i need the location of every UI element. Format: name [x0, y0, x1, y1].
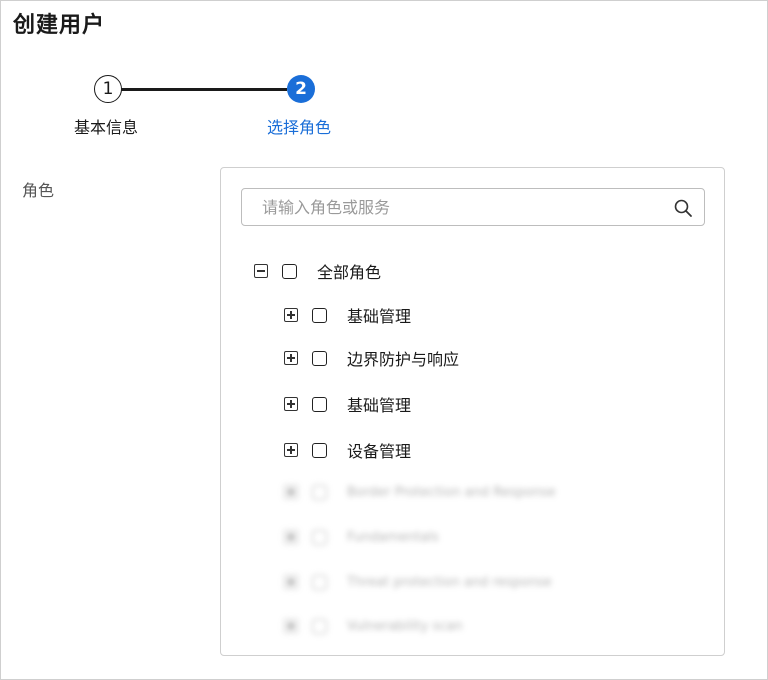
tree-checkbox-root[interactable]	[282, 263, 297, 279]
step-1-label[interactable]: 基本信息	[74, 114, 138, 138]
tree-checkbox[interactable]	[312, 396, 327, 412]
tree-label-root: 全部角色	[317, 263, 382, 282]
tree-row[interactable]: Threat protection and response	[284, 570, 552, 594]
tree-checkbox[interactable]	[312, 529, 327, 545]
tree-label: Border Protection and Response	[347, 484, 556, 500]
expand-icon[interactable]	[284, 308, 298, 322]
tree-label: 基础管理	[347, 307, 412, 326]
tree-label: Fundamentals	[347, 529, 439, 545]
collapse-icon[interactable]	[254, 264, 268, 278]
tree-label: 边界防护与响应	[347, 350, 460, 369]
tree-checkbox[interactable]	[312, 307, 327, 323]
expand-icon[interactable]	[284, 397, 298, 411]
tree-row[interactable]: Fundamentals	[284, 525, 439, 549]
expand-icon[interactable]	[284, 351, 298, 365]
tree-row[interactable]: Border Protection and Response	[284, 480, 556, 504]
tree-row[interactable]: 设备管理	[284, 438, 411, 462]
tree-label: Threat protection and response	[347, 574, 552, 590]
tree-checkbox[interactable]	[312, 442, 327, 458]
step-2-label: 选择角色	[267, 118, 332, 137]
search-icon[interactable]	[673, 198, 693, 218]
tree-label: 基础管理	[347, 396, 412, 415]
tree-checkbox[interactable]	[312, 484, 327, 500]
role-tree-panel: 全部角色 基础管理 边界防护与响应 基础管理 设备管理 Border	[220, 167, 725, 656]
expand-icon[interactable]	[284, 575, 298, 589]
tree-row[interactable]: 边界防护与响应	[284, 346, 459, 370]
tree-checkbox[interactable]	[312, 574, 327, 590]
tree-checkbox[interactable]	[312, 350, 327, 366]
expand-icon[interactable]	[284, 443, 298, 457]
tree-label: 设备管理	[347, 442, 412, 461]
create-user-window: 创建用户 1 2 基本信息 选择角色 角色 全部角色 基础管理	[0, 0, 768, 680]
tree-row[interactable]: 基础管理	[284, 392, 411, 416]
role-field-label: 角色	[22, 181, 55, 200]
expand-icon[interactable]	[284, 485, 298, 499]
tree-row[interactable]: 基础管理	[284, 303, 411, 327]
stepper-connector	[121, 88, 287, 91]
expand-icon[interactable]	[284, 530, 298, 544]
tree-checkbox[interactable]	[312, 618, 327, 634]
tree-row-root[interactable]: 全部角色	[254, 259, 381, 283]
page-title: 创建用户	[13, 13, 106, 38]
step-2-indicator: 2	[287, 75, 315, 103]
step-1-indicator[interactable]: 1	[94, 75, 122, 103]
tree-row[interactable]: Vulnerability scan	[284, 614, 463, 638]
tree-label: Vulnerability scan	[347, 618, 463, 634]
expand-icon[interactable]	[284, 619, 298, 633]
search-box[interactable]	[241, 188, 705, 226]
search-input[interactable]	[242, 189, 662, 225]
